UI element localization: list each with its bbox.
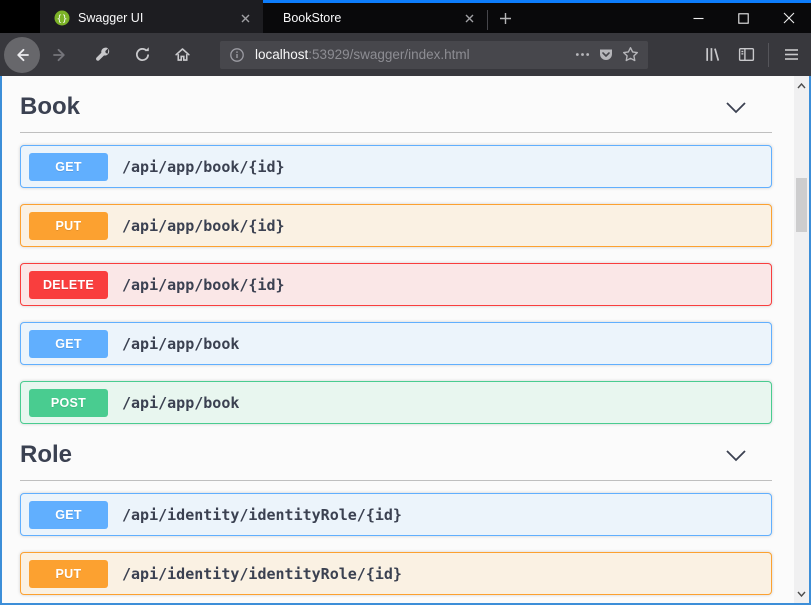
back-icon <box>13 46 31 64</box>
operation-row[interactable]: PUT/api/identity/identityRole/{id} <box>20 552 772 595</box>
method-badge: PUT <box>29 560 108 588</box>
refresh-icon <box>134 46 151 63</box>
menu-icon <box>784 48 799 61</box>
home-button[interactable] <box>168 41 196 69</box>
operation-row[interactable]: GET/api/identity/identityRole/{id} <box>20 493 772 536</box>
method-badge: GET <box>29 501 108 529</box>
operation-path: /api/app/book <box>122 394 239 412</box>
operation-row[interactable]: GET/api/app/book/{id} <box>20 145 772 188</box>
method-badge: GET <box>29 330 108 358</box>
library-icon <box>704 46 721 63</box>
operation-path: /api/app/book/{id} <box>122 276 285 294</box>
bookmark-star-icon <box>622 46 639 63</box>
section-divider <box>20 480 772 481</box>
tab-swagger-ui[interactable]: {} Swagger UI <box>40 0 263 33</box>
home-icon <box>174 46 191 63</box>
minimize-button[interactable] <box>676 0 721 33</box>
bookmark-button[interactable] <box>618 43 642 67</box>
page-content: BookGET/api/app/book/{id}PUT/api/app/boo… <box>0 76 811 603</box>
sidebar-icon <box>738 46 755 63</box>
section-collapse-button[interactable] <box>725 101 747 114</box>
api-sections: BookGET/api/app/book/{id}PUT/api/app/boo… <box>2 92 809 595</box>
titlebar-drag-area <box>522 0 676 33</box>
scrollbar-thumb[interactable] <box>796 178 807 232</box>
section-title: Book <box>20 92 80 122</box>
titlebar: {} Swagger UI BookStore <box>0 0 811 33</box>
back-button[interactable] <box>4 37 40 73</box>
operation-row[interactable]: GET/api/app/book <box>20 322 772 365</box>
operation-path: /api/app/book/{id} <box>122 158 285 176</box>
tab-title: BookStore <box>283 11 459 25</box>
api-section-book: BookGET/api/app/book/{id}PUT/api/app/boo… <box>20 92 809 424</box>
titlebar-corner <box>0 0 40 33</box>
operation-path: /api/identity/identityRole/{id} <box>122 506 402 524</box>
section-header[interactable]: Book <box>20 92 772 122</box>
new-tab-button[interactable] <box>488 0 522 33</box>
method-badge: GET <box>29 153 108 181</box>
swagger-favicon-icon: {} <box>54 10 70 26</box>
method-badge: POST <box>29 389 108 417</box>
menu-button[interactable] <box>777 41 805 69</box>
page-actions-button[interactable] <box>570 43 594 67</box>
tab-close-icon[interactable] <box>235 8 255 28</box>
operation-path: /api/app/book <box>122 335 239 353</box>
operation-path: /api/identity/identityRole/{id} <box>122 565 402 583</box>
chevron-down-icon <box>725 449 747 462</box>
scroll-down-icon[interactable] <box>794 586 809 601</box>
pocket-button[interactable] <box>594 43 618 67</box>
reload-button[interactable] <box>128 41 156 69</box>
svg-text:{}: {} <box>57 15 68 25</box>
section-header[interactable]: Role <box>20 440 772 470</box>
tab-title: Swagger UI <box>78 11 235 25</box>
operation-row[interactable]: PUT/api/app/book/{id} <box>20 204 772 247</box>
maximize-button[interactable] <box>721 0 766 33</box>
section-collapse-button[interactable] <box>725 449 747 462</box>
wrench-icon <box>94 46 111 63</box>
chevron-down-icon <box>725 101 747 114</box>
method-badge: PUT <box>29 212 108 240</box>
operation-row[interactable]: DELETE/api/app/book/{id} <box>20 263 772 306</box>
tab-bookstore[interactable]: BookStore <box>263 0 487 33</box>
forward-button[interactable] <box>46 41 74 69</box>
url-bar[interactable]: localhost:53929/swagger/index.html <box>220 41 648 69</box>
operation-path: /api/app/book/{id} <box>122 217 285 235</box>
section-divider <box>20 132 772 133</box>
tools-button[interactable] <box>88 41 116 69</box>
operation-list: GET/api/app/book/{id}PUT/api/app/book/{i… <box>20 145 809 424</box>
sidebars-button[interactable] <box>732 41 760 69</box>
url-host: localhost <box>255 47 308 62</box>
method-badge: DELETE <box>29 271 108 299</box>
library-button[interactable] <box>698 41 726 69</box>
info-icon[interactable] <box>229 47 245 63</box>
toolbar-separator <box>768 43 769 67</box>
browser-window: {} Swagger UI BookStore <box>0 0 811 605</box>
tab-close-icon[interactable] <box>459 8 479 28</box>
url-text[interactable]: localhost:53929/swagger/index.html <box>255 47 570 62</box>
page-actions-icon <box>575 47 590 62</box>
operation-row[interactable]: POST/api/app/book <box>20 381 772 424</box>
vertical-scrollbar[interactable] <box>794 76 809 603</box>
operation-list: GET/api/identity/identityRole/{id}PUT/ap… <box>20 493 809 595</box>
url-path: :53929/swagger/index.html <box>308 47 469 62</box>
api-section-role: RoleGET/api/identity/identityRole/{id}PU… <box>20 440 809 595</box>
scroll-up-icon[interactable] <box>794 78 809 93</box>
forward-icon <box>51 46 69 64</box>
pocket-icon <box>598 47 614 63</box>
close-window-button[interactable] <box>766 0 811 33</box>
navigation-toolbar: localhost:53929/swagger/index.html <box>0 33 811 76</box>
section-title: Role <box>20 440 72 470</box>
